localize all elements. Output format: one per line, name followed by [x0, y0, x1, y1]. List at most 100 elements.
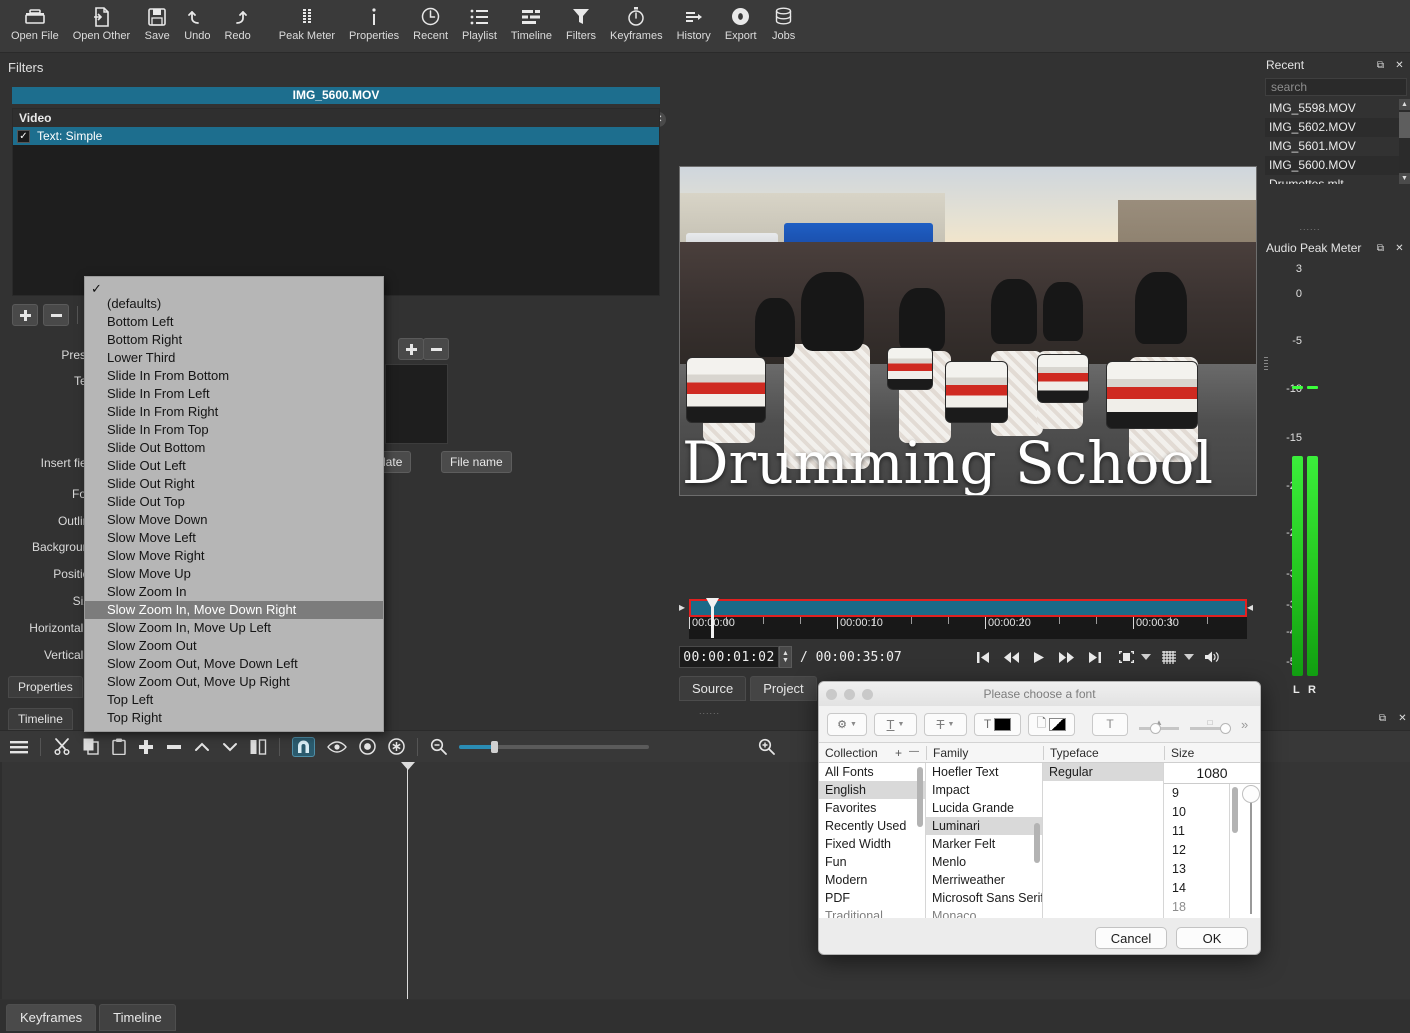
toolbar-button-keyframes[interactable]: Keyframes [603, 0, 670, 44]
text-color-button[interactable]: T [974, 713, 1021, 736]
toolbar-button-properties[interactable]: Properties [342, 0, 406, 44]
recent-scrollbar[interactable]: ▲ ▼ [1399, 99, 1410, 184]
preset-option-slow-zoom-in-move-down-right[interactable]: Slow Zoom In, Move Down Right [85, 601, 383, 619]
current-position-field[interactable]: 00:00:01:02 [679, 646, 779, 668]
preset-option-slide-in-from-left[interactable]: Slide In From Left [85, 385, 383, 403]
tab-timeline[interactable]: Timeline [99, 1004, 176, 1031]
paste-button[interactable] [112, 738, 126, 755]
scrub-bar[interactable] [689, 599, 1247, 617]
font-chooser-dialog[interactable]: Please choose a font ⚙ ▼ T ▼ T ▼ T 🗋 T ▲ [818, 681, 1261, 955]
collection-item[interactable]: PDF [819, 889, 925, 907]
timeline-menu-button[interactable] [10, 740, 28, 754]
toolbar-button-open-file[interactable]: Open File [4, 0, 66, 44]
video-preview[interactable]: Drumming School [679, 166, 1257, 496]
toolbar-button-undo[interactable]: Undo [177, 0, 217, 44]
tab-keyframes[interactable]: Keyframes [6, 1004, 96, 1031]
more-options-button[interactable]: » [1241, 717, 1248, 732]
preset-option-bottom-right[interactable]: Bottom Right [85, 331, 383, 349]
family-item[interactable]: Monaco [926, 907, 1042, 918]
toolbar-button-jobs[interactable]: Jobs [764, 0, 804, 44]
family-item[interactable]: Lucida Grande [926, 799, 1042, 817]
scrub-while-dragging-toggle[interactable] [327, 740, 347, 754]
delete-preset-button[interactable] [423, 338, 449, 360]
close-icon[interactable]: ✕ [1393, 59, 1406, 72]
timeline-zoom-slider[interactable] [459, 745, 649, 749]
dock-splitter[interactable]: ...... [1290, 222, 1330, 229]
document-color-button[interactable]: 🗋 [1028, 713, 1075, 736]
size-item[interactable]: 10 [1164, 803, 1229, 822]
toolbar-button-peak-meter[interactable]: Peak Meter [272, 0, 342, 44]
snap-toggle[interactable] [292, 737, 315, 757]
collection-item[interactable]: Modern [819, 871, 925, 889]
family-item[interactable]: Hoefler Text [926, 763, 1042, 781]
preset-option-defaults[interactable]: (defaults) [85, 295, 383, 313]
preset-option-slide-in-from-bottom[interactable]: Slide In From Bottom [85, 367, 383, 385]
text-shadow-button[interactable]: T [1092, 713, 1128, 736]
scroll-up-icon[interactable]: ▲ [1399, 99, 1410, 110]
panel-grip[interactable]: ...... [699, 706, 720, 716]
toolbar-button-open-other[interactable]: Open Other [66, 0, 137, 44]
collection-scrollbar[interactable] [917, 767, 923, 827]
size-item[interactable]: 13 [1164, 860, 1229, 879]
recent-item[interactable]: IMG_5600.MOV [1265, 156, 1407, 175]
size-item[interactable]: 11 [1164, 822, 1229, 841]
preset-option-slow-zoom-in[interactable]: Slow Zoom In [85, 583, 383, 601]
size-item[interactable]: 14 [1164, 879, 1229, 898]
keyframes-playhead-handle[interactable] [401, 762, 415, 770]
tab-timeline-dock[interactable]: Timeline [8, 708, 73, 730]
preset-option-slow-move-down[interactable]: Slow Move Down [85, 511, 383, 529]
zoom-dropdown-icon[interactable] [1141, 653, 1151, 661]
preset-option-slow-move-right[interactable]: Slow Move Right [85, 547, 383, 565]
float-icon[interactable]: ⧉ [1374, 59, 1387, 72]
toolbar-button-playlist[interactable]: Playlist [455, 0, 504, 44]
preset-option-slow-move-left[interactable]: Slow Move Left [85, 529, 383, 547]
add-collection-button[interactable]: + [895, 746, 902, 760]
size-slider-handle[interactable] [1242, 785, 1260, 803]
preset-option-slow-zoom-out-move-down-left[interactable]: Slow Zoom Out, Move Down Left [85, 655, 383, 673]
toolbar-button-export[interactable]: Export [718, 0, 764, 44]
size-slider-track[interactable] [1250, 789, 1252, 914]
scrub-area[interactable]: ▸ ◂ 00:00:00 00:00:10 00:00:20 00:00:30 [679, 599, 1257, 639]
play-button[interactable] [1033, 651, 1045, 664]
family-item[interactable]: Luminari [926, 817, 1042, 835]
zoom-fit-button[interactable] [1119, 650, 1134, 664]
scrub-out-marker[interactable]: ◂ [1247, 600, 1257, 616]
preset-option-slide-in-from-top[interactable]: Slide In From Top [85, 421, 383, 439]
recent-item[interactable]: IMG_5601.MOV [1265, 137, 1407, 156]
preset-option-slide-out-bottom[interactable]: Slide Out Bottom [85, 439, 383, 457]
collection-list[interactable]: All Fonts English Favorites Recently Use… [819, 763, 926, 918]
recent-search-input[interactable]: search [1265, 78, 1407, 96]
add-filter-button[interactable] [12, 304, 38, 326]
collection-item[interactable]: English [819, 781, 925, 799]
ripple-delete-button[interactable] [166, 739, 182, 755]
filter-list[interactable]: Video ✓ Text: Simple [12, 108, 660, 296]
remove-collection-button[interactable]: — [909, 746, 919, 757]
text-input-area[interactable] [385, 364, 448, 444]
skip-to-end-button[interactable] [1088, 651, 1102, 664]
preset-option-slide-out-right[interactable]: Slide Out Right [85, 475, 383, 493]
shadow-opacity-slider[interactable]: ▲ [1139, 718, 1179, 730]
float-icon[interactable]: ⧉ [1374, 242, 1387, 255]
preset-option-slide-out-top[interactable]: Slide Out Top [85, 493, 383, 511]
collection-item[interactable]: All Fonts [819, 763, 925, 781]
family-scrollbar[interactable] [1034, 823, 1040, 863]
float-icon[interactable]: ⧉ [1376, 712, 1389, 725]
preset-option-slow-move-up[interactable]: Slow Move Up [85, 565, 383, 583]
collection-item[interactable]: Fun [819, 853, 925, 871]
lift-button[interactable] [194, 740, 210, 754]
collection-item[interactable]: Fixed Width [819, 835, 925, 853]
size-list[interactable]: 9 10 11 12 13 14 18 [1164, 784, 1230, 918]
cut-button[interactable] [53, 738, 71, 755]
family-item[interactable]: Impact [926, 781, 1042, 799]
family-list[interactable]: Hoefler Text Impact Lucida Grande Lumina… [926, 763, 1043, 918]
font-size-input[interactable]: 1080 [1164, 763, 1260, 784]
family-item[interactable]: Menlo [926, 853, 1042, 871]
recent-item[interactable]: IMG_5602.MOV [1265, 118, 1407, 137]
recent-list[interactable]: IMG_5598.MOV IMG_5602.MOV IMG_5601.MOV I… [1265, 99, 1407, 184]
scroll-down-icon[interactable]: ▼ [1399, 173, 1410, 184]
grid-button[interactable] [1161, 650, 1177, 665]
position-stepper[interactable]: ▲▼ [779, 646, 792, 668]
preset-option-top-right[interactable]: Top Right [85, 709, 383, 727]
copy-button[interactable] [83, 738, 100, 755]
toolbar-button-recent[interactable]: Recent [406, 0, 455, 44]
